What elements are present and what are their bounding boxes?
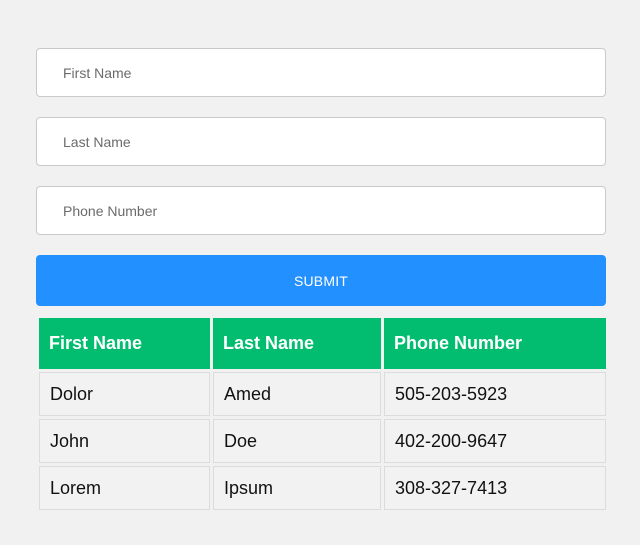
table-cell-phone-number: 308-327-7413 [384,466,606,510]
table-cell-last-name: Amed [213,372,381,416]
table-cell-last-name: Ipsum [213,466,381,510]
column-header-phone-number: Phone Number [384,318,606,369]
table-row: John Doe 402-200-9647 [39,419,606,463]
contacts-table-container: First Name Last Name Phone Number Dolor … [36,315,606,513]
table-cell-phone-number: 402-200-9647 [384,419,606,463]
table-row: Lorem Ipsum 308-327-7413 [39,466,606,510]
table-cell-first-name: Lorem [39,466,210,510]
column-header-last-name: Last Name [213,318,381,369]
table-header-row: First Name Last Name Phone Number [39,318,606,369]
column-header-first-name: First Name [39,318,210,369]
table-cell-phone-number: 505-203-5923 [384,372,606,416]
table-row: Dolor Amed 505-203-5923 [39,372,606,416]
submit-button[interactable]: SUBMIT [36,255,606,306]
contact-form: SUBMIT [36,48,606,306]
table-cell-first-name: Dolor [39,372,210,416]
table-cell-last-name: Doe [213,419,381,463]
last-name-input[interactable] [36,117,606,166]
table-cell-first-name: John [39,419,210,463]
contacts-table: First Name Last Name Phone Number Dolor … [36,315,609,513]
first-name-input[interactable] [36,48,606,97]
phone-number-input[interactable] [36,186,606,235]
